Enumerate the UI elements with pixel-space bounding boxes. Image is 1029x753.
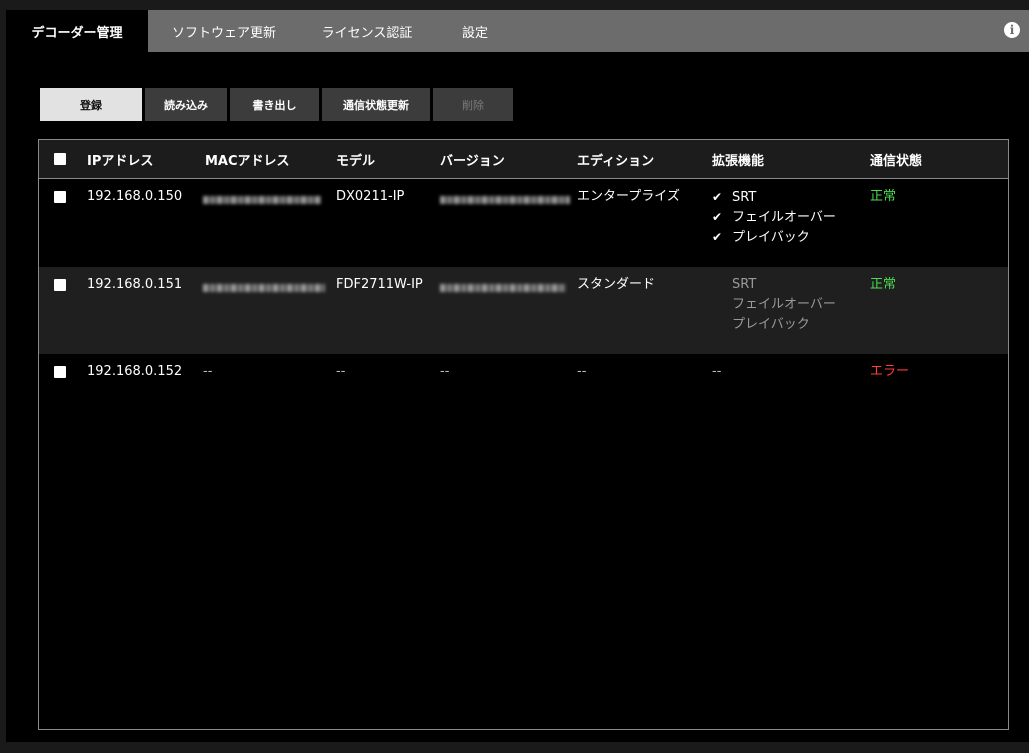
cell-mac <box>203 187 321 207</box>
import-button[interactable]: 読み込み <box>145 88 227 121</box>
cell-status: 正常 <box>870 277 897 292</box>
cell-model: FDF2711W-IP <box>336 277 423 292</box>
cell-version <box>440 275 566 295</box>
cell-model: DX0211-IP <box>336 189 405 204</box>
cell-edition: エンタープライズ <box>577 189 680 204</box>
header-mac[interactable]: MACアドレス <box>205 140 290 178</box>
blurred-version <box>440 283 566 292</box>
cell-version <box>440 187 570 207</box>
feature-failover: フェイルオーバー <box>732 297 836 312</box>
cell-extensions: -- <box>712 364 722 379</box>
table-header: IPアドレス MACアドレス モデル バージョン エディション 拡張機能 通信状… <box>39 140 1008 179</box>
app-window: デコーダー管理 ソフトウェア更新 ライセンス認証 設定 i 登録 読み込み 書き… <box>0 0 1029 753</box>
feature-failover: ✔ フェイルオーバー <box>712 207 836 227</box>
header-extensions[interactable]: 拡張機能 <box>712 140 764 178</box>
refresh-status-button[interactable]: 通信状態更新 <box>322 88 430 121</box>
feature-playback: ✔ プレイバック <box>712 227 836 247</box>
check-icon: ✔ <box>712 190 723 204</box>
table-row[interactable]: 192.168.0.152 -- -- -- -- -- エラー <box>39 354 1008 394</box>
cell-version: -- <box>440 364 450 379</box>
check-icon: ✔ <box>712 210 723 224</box>
row-checkbox[interactable] <box>54 191 66 203</box>
row-checkbox[interactable] <box>54 279 66 291</box>
cell-status: エラー <box>870 364 910 379</box>
check-icon: ✔ <box>712 230 723 244</box>
cell-extensions: SRT フェイルオーバー プレイバック <box>712 275 836 335</box>
cell-mac: -- <box>203 364 213 379</box>
header-status[interactable]: 通信状態 <box>870 140 922 178</box>
cell-edition: -- <box>577 364 587 379</box>
cell-ip: 192.168.0.150 <box>87 189 183 204</box>
tab-settings[interactable]: 設定 <box>434 10 516 52</box>
cell-model: -- <box>336 364 346 379</box>
feature-playback: プレイバック <box>732 317 810 332</box>
decoder-table: IPアドレス MACアドレス モデル バージョン エディション 拡張機能 通信状… <box>38 139 1009 730</box>
tab-software-update[interactable]: ソフトウェア更新 <box>148 10 300 52</box>
export-button[interactable]: 書き出し <box>230 88 319 121</box>
delete-button: 削除 <box>433 88 513 121</box>
cell-mac <box>203 275 325 295</box>
header-model[interactable]: モデル <box>336 140 375 178</box>
cell-ip: 192.168.0.152 <box>87 364 183 379</box>
tab-bar: デコーダー管理 ソフトウェア更新 ライセンス認証 設定 i <box>6 10 1029 52</box>
blurred-version <box>440 195 570 204</box>
feature-srt: SRT <box>732 277 757 292</box>
cell-edition: スタンダード <box>577 277 656 292</box>
header-edition[interactable]: エディション <box>577 140 654 178</box>
toolbar: 登録 読み込み 書き出し 通信状態更新 削除 <box>40 88 513 121</box>
tab-decoder-management[interactable]: デコーダー管理 <box>6 10 148 52</box>
cell-ip: 192.168.0.151 <box>87 277 183 292</box>
blurred-mac <box>203 283 325 292</box>
table-row[interactable]: 192.168.0.151 FDF2711W-IP スタンダード SRT フェイ… <box>39 267 1008 354</box>
cell-extensions: ✔ SRT ✔ フェイルオーバー ✔ プレイバック <box>712 187 836 247</box>
blurred-mac <box>203 195 321 204</box>
cell-status: 正常 <box>870 189 897 204</box>
header-version[interactable]: バージョン <box>440 140 505 178</box>
info-icon[interactable]: i <box>1004 22 1020 38</box>
table-row[interactable]: 192.168.0.150 DX0211-IP エンタープライズ ✔ SRT ✔ フ… <box>39 179 1008 267</box>
tab-license-activation[interactable]: ライセンス認証 <box>300 10 434 52</box>
header-ip[interactable]: IPアドレス <box>87 140 153 178</box>
row-checkbox[interactable] <box>54 366 66 378</box>
feature-srt: ✔ SRT <box>712 187 836 207</box>
register-button[interactable]: 登録 <box>40 88 142 121</box>
select-all-cell <box>54 140 66 178</box>
select-all-checkbox[interactable] <box>54 153 66 165</box>
